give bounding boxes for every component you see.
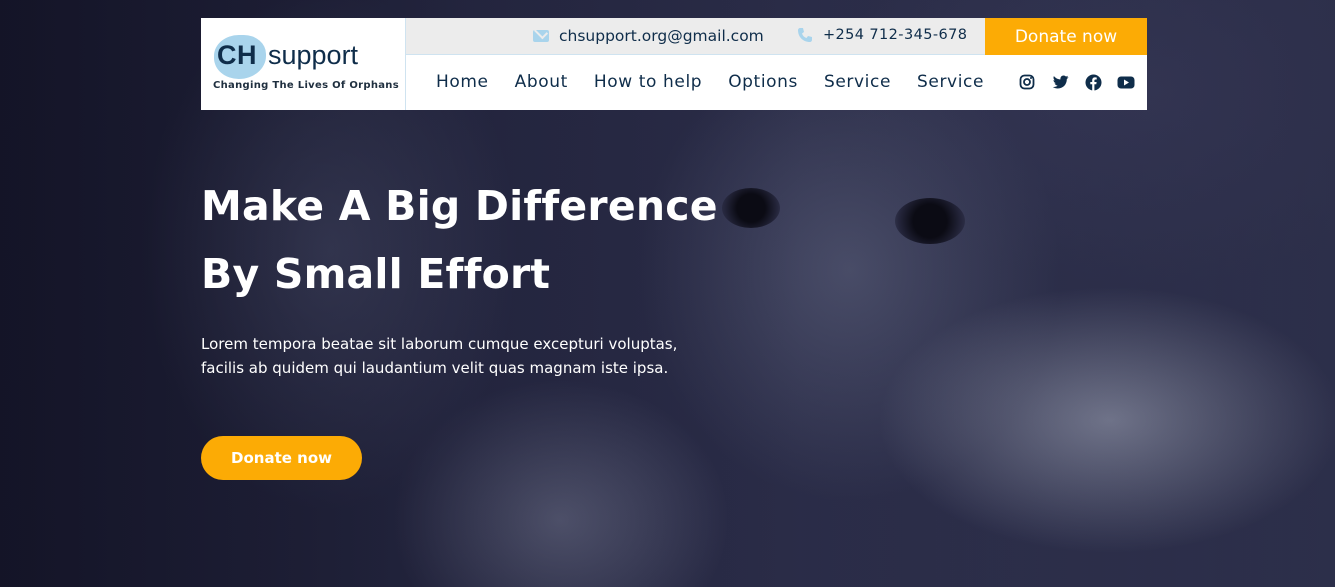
hero-title-line-2: By Small Effort [201,250,551,298]
twitter-icon[interactable] [1051,73,1069,91]
nav-item-how-to-help[interactable]: How to help [594,72,702,92]
phone-text: +254 712-345-678 [823,27,968,43]
logo-ch-text: CH [217,40,257,70]
contact-phone[interactable]: +254 712-345-678 [797,27,967,43]
photo-eye-left [722,188,780,228]
hero-title-line-1: Make A Big Difference [201,182,718,230]
main-nav: Home About How to help Options Service S… [406,55,1147,110]
hero-title: Make A Big Difference By Small Effort [201,172,718,308]
donate-now-hero-button[interactable]: Donate now [201,436,362,480]
instagram-icon[interactable] [1018,73,1036,91]
envelope-icon [533,30,549,42]
nav-item-service[interactable]: Service [824,72,891,92]
youtube-icon[interactable] [1117,73,1135,91]
phone-icon [797,27,813,43]
contact-email[interactable]: chsupport.org@gmail.com [533,27,764,45]
site-logo[interactable]: CH support Changing The Lives Of Orphans [201,18,406,110]
nav-item-service-2[interactable]: Service [917,72,984,92]
nav-item-options[interactable]: Options [728,72,798,92]
donate-now-header-button[interactable]: Donate now [985,18,1147,55]
contact-bar: chsupport.org@gmail.com +254 712-345-678 [406,18,985,55]
photo-eye-right [895,198,965,244]
nav-items: Home About How to help Options Service S… [436,72,984,92]
email-text: chsupport.org@gmail.com [559,27,764,45]
hero-description: Lorem tempora beatae sit laborum cumque … [201,335,678,377]
social-links [1018,73,1135,91]
facebook-icon[interactable] [1084,73,1102,91]
nav-item-about[interactable]: About [515,72,568,92]
site-header: CH support Changing The Lives Of Orphans… [201,18,1147,110]
nav-item-home[interactable]: Home [436,72,489,92]
logo-tagline: Changing The Lives Of Orphans [213,80,399,91]
logo-support-text: support [268,40,359,70]
